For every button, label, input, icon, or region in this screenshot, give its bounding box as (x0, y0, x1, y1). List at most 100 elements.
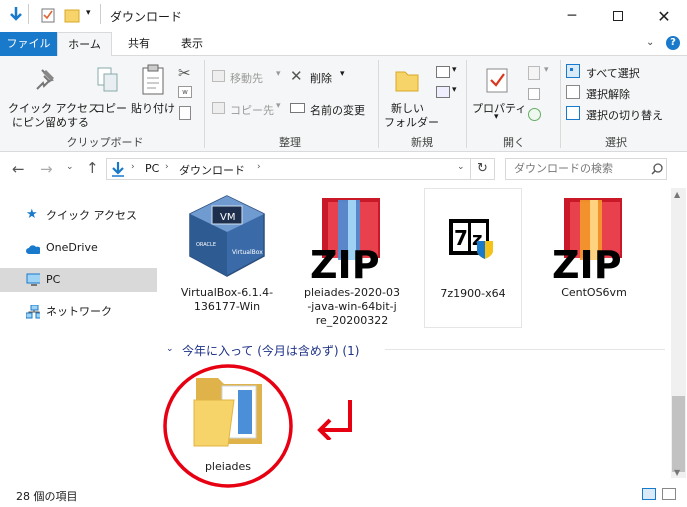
tab-home[interactable]: ホーム (57, 32, 112, 57)
down-arrow-icon[interactable] (8, 6, 24, 24)
cloud-icon (26, 245, 40, 254)
copy-button[interactable]: コピー (92, 58, 127, 130)
collapse-group-icon[interactable]: ⌄ (166, 344, 174, 354)
invert-selection-button[interactable]: 選択の切り替え (566, 104, 676, 122)
pin-label-2: にピン留めする (12, 116, 89, 129)
minimize-button[interactable]: ─ (549, 0, 595, 32)
select-group-label: 選択 (605, 136, 627, 149)
file-item-centos[interactable]: ZIP CentOS6vm (538, 188, 650, 328)
tab-view[interactable]: 表示 (166, 32, 218, 56)
new-folder-icon[interactable] (64, 6, 80, 24)
group-divider (466, 60, 467, 148)
properties-check-icon[interactable] (40, 6, 56, 24)
open-icon[interactable] (528, 66, 540, 80)
group-header[interactable]: 今年に入って (今月は含めず) (1) (182, 342, 359, 359)
sidebar-item-label: OneDrive (46, 241, 98, 254)
tab-share[interactable]: 共有 (116, 32, 162, 56)
downloads-icon (112, 162, 124, 177)
help-icon[interactable]: ? (666, 36, 680, 50)
sidebar-item-network[interactable]: ネットワーク (0, 300, 157, 324)
title-bar: ▾ ダウンロード ─ ✕ (0, 0, 687, 32)
collapse-ribbon-icon[interactable]: ⌄ (646, 37, 654, 48)
chevron-down-icon[interactable]: ▾ (86, 8, 91, 18)
pin-quick-access-button[interactable]: クイック アクセス にピン留めする (4, 58, 99, 130)
network-icon (26, 305, 40, 319)
breadcrumb-pc[interactable]: PC (145, 162, 159, 175)
close-button[interactable]: ✕ (641, 0, 687, 32)
new-group-label: 新規 (411, 136, 433, 149)
edit-icon[interactable] (528, 88, 540, 100)
select-all-icon (566, 64, 580, 78)
file-name-line: re_20200322 (315, 314, 389, 327)
copy-to-icon (212, 102, 225, 114)
sidebar-item-quick-access[interactable]: ★ クイック アクセス (0, 204, 157, 228)
tab-file[interactable]: ファイル (0, 32, 57, 56)
scrollbar-thumb[interactable] (672, 396, 685, 472)
refresh-button[interactable]: ↻ (471, 158, 495, 180)
breadcrumb-chevron-icon[interactable]: › (165, 162, 169, 172)
back-arrow-icon[interactable]: ← (12, 160, 25, 178)
details-view-icon[interactable] (642, 488, 656, 500)
group-divider-line (385, 349, 665, 350)
chevron-down-icon[interactable]: ⌄ (457, 162, 465, 172)
select-none-button[interactable]: 選択解除 (566, 83, 676, 101)
delete-button[interactable]: ✕ 削除 ▾ (290, 67, 356, 86)
paste-shortcut-icon[interactable] (179, 106, 191, 120)
group-divider (204, 60, 205, 148)
chevron-down-icon: ▾ (494, 112, 499, 122)
delete-x-icon: ✕ (290, 67, 303, 85)
file-item-virtualbox[interactable]: VM VirtualBox ORACLE VirtualBox-6.1.4- 1… (172, 188, 282, 328)
breadcrumb-chevron-icon[interactable]: › (257, 162, 261, 172)
move-to-button[interactable]: 移動先 ▾ (212, 68, 286, 86)
chevron-down-icon[interactable]: ▾ (544, 65, 549, 75)
chevron-down-icon: ▾ (276, 101, 281, 111)
file-item-pleiades-zip[interactable]: ZIP pleiades-2020-03 -java-win-64bit-j r… (296, 188, 408, 338)
forward-arrow-icon[interactable]: → (40, 160, 53, 178)
file-item-7zip[interactable]: 7 z 7z1900-x64 (424, 188, 522, 328)
paste-button[interactable]: 貼り付け (128, 58, 176, 130)
chevron-down-icon[interactable]: ▾ (452, 85, 457, 95)
large-icons-view-icon[interactable] (662, 488, 676, 500)
search-input[interactable]: ダウンロードの検索 (505, 158, 667, 180)
sidebar-item-onedrive[interactable]: OneDrive (0, 236, 157, 260)
sidebar-item-pc[interactable]: PC (0, 268, 157, 292)
properties-icon (486, 68, 508, 93)
breadcrumb-downloads[interactable]: ダウンロード (179, 162, 245, 178)
file-name-line: 7z1900-x64 (440, 287, 506, 300)
scroll-down-icon[interactable]: ▼ (674, 468, 680, 477)
file-name-line: pleiades-2020-03 (303, 286, 400, 299)
clipboard-group-label: クリップボード (66, 136, 144, 149)
properties-button[interactable]: プロパティ ▾ (470, 58, 526, 130)
history-icon[interactable] (528, 108, 541, 121)
search-placeholder: ダウンロードの検索 (514, 162, 613, 175)
status-item-count: 28 個の項目 (16, 490, 78, 503)
breadcrumb-chevron-icon[interactable]: › (131, 162, 135, 172)
virtualbox-icon: VM VirtualBox ORACLE (189, 195, 265, 277)
up-arrow-icon[interactable]: ↑ (86, 159, 99, 177)
annotation-circle (163, 364, 293, 488)
new-folder-button[interactable]: 新しい フォルダー (382, 58, 439, 130)
address-bar[interactable]: › PC › ダウンロード › ⌄ (106, 158, 471, 180)
sidebar-item-label: ネットワーク (46, 305, 112, 318)
svg-text:VirtualBox: VirtualBox (232, 249, 263, 256)
select-none-icon (566, 85, 580, 99)
zip-folder-icon: ZIP (310, 198, 380, 284)
new-item-icon[interactable] (436, 66, 450, 78)
file-name-line: 136177-Win (193, 300, 261, 313)
copy-path-icon[interactable]: w (178, 86, 192, 98)
recent-locations-icon[interactable]: ⌄ (66, 162, 74, 172)
easy-access-icon[interactable] (436, 86, 450, 98)
rename-button[interactable]: 名前の変更 (290, 100, 374, 118)
copy-to-label: コピー先 (230, 104, 274, 117)
maximize-button[interactable] (595, 0, 641, 32)
svg-text:7: 7 (454, 226, 468, 250)
scroll-up-icon[interactable]: ▲ (674, 190, 680, 199)
chevron-down-icon[interactable]: ▾ (452, 65, 457, 75)
separator (28, 4, 29, 24)
select-all-button[interactable]: すべて選択 (566, 62, 676, 80)
copy-to-button[interactable]: コピー先 ▾ (212, 100, 286, 118)
close-icon: ✕ (657, 6, 671, 26)
chevron-down-icon: ▾ (340, 69, 345, 79)
scissors-icon[interactable]: ✂ (178, 64, 191, 82)
new-folder-label-2: フォルダー (384, 116, 439, 129)
